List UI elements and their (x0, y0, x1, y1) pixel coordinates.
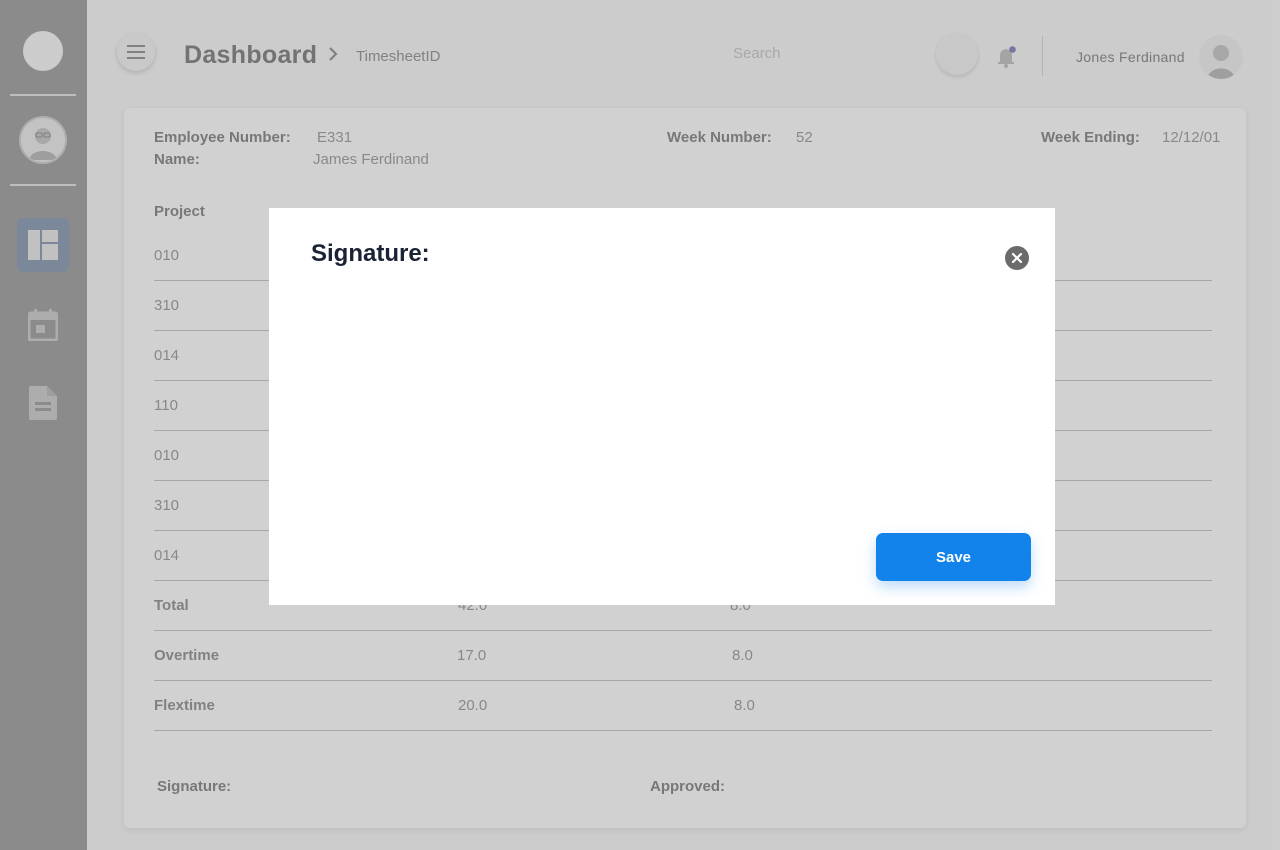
save-button[interactable]: Save (876, 533, 1031, 581)
modal-title: Signature: (311, 240, 430, 267)
close-icon (1011, 252, 1023, 264)
signature-modal: Signature: Save (269, 208, 1055, 605)
close-button[interactable] (1005, 246, 1029, 270)
signature-pad[interactable] (311, 288, 1013, 518)
